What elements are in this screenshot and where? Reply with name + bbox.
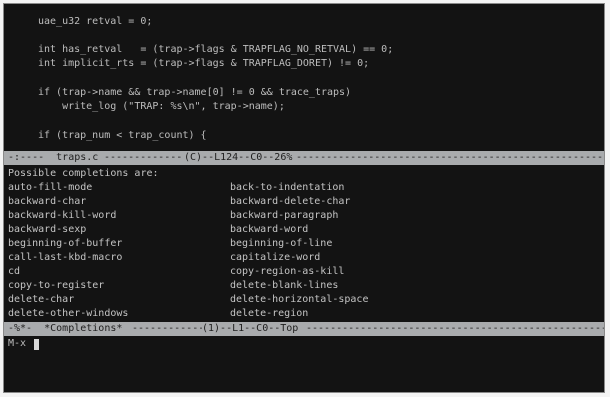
completion-item[interactable]: copy-to-register bbox=[8, 279, 104, 292]
lower-mode-line[interactable]: -%*- *Completions* ---------------- (1)-… bbox=[4, 322, 604, 336]
emacs-terminal-window[interactable]: uae_u32 retval = 0; int has_retval = (tr… bbox=[3, 3, 605, 393]
completion-item[interactable]: backward-char bbox=[8, 195, 86, 208]
completion-item[interactable]: backward-delete-char bbox=[230, 195, 350, 208]
mode-line-dashes: ------------------ bbox=[104, 152, 182, 163]
code-line-retval[interactable]: uae_u32 retval = 0; bbox=[38, 16, 152, 28]
completion-item[interactable]: delete-horizontal-space bbox=[230, 293, 368, 306]
mode-line-position: (C)--L124--C0--26% bbox=[184, 152, 293, 163]
mode-line-buffer-name: -%*- *Completions* bbox=[8, 323, 123, 334]
code-line-write-log[interactable]: write_log ("TRAP: %s\n", trap->name); bbox=[38, 101, 285, 113]
completion-item[interactable]: cd bbox=[8, 265, 20, 278]
completion-item[interactable]: call-last-kbd-macro bbox=[8, 251, 122, 264]
mode-line-dashes: ----------------------------------------… bbox=[306, 323, 604, 334]
completion-item[interactable]: capitalize-word bbox=[230, 251, 320, 264]
completion-item[interactable]: delete-other-windows bbox=[8, 307, 128, 320]
mode-line-buffer-name: -:---- traps.c bbox=[8, 152, 99, 163]
completion-item[interactable]: beginning-of-line bbox=[230, 237, 332, 250]
mode-line-position: (1)--L1--C0--Top bbox=[202, 323, 299, 334]
completion-item[interactable]: copy-region-as-kill bbox=[230, 265, 344, 278]
mode-line-dashes: ----------------------------------------… bbox=[296, 152, 604, 163]
code-line-implicit-rts[interactable]: int implicit_rts = (trap->flags & TRAPFL… bbox=[38, 58, 369, 70]
mode-line-dashes: ---------------- bbox=[132, 323, 202, 334]
completion-item[interactable]: delete-region bbox=[230, 307, 308, 320]
code-line-if-trap-name[interactable]: if (trap->name && trap->name[0] != 0 && … bbox=[38, 87, 351, 99]
completion-item[interactable]: beginning-of-buffer bbox=[8, 237, 122, 250]
completion-item[interactable]: backward-kill-word bbox=[8, 209, 116, 222]
minibuffer-input[interactable] bbox=[4, 336, 604, 392]
completion-item[interactable]: back-to-indentation bbox=[230, 181, 344, 194]
completion-item[interactable]: delete-blank-lines bbox=[230, 279, 338, 292]
completions-header: Possible completions are: bbox=[8, 168, 159, 179]
code-line-if-trap-num[interactable]: if (trap_num < trap_count) { bbox=[38, 130, 207, 142]
completion-item[interactable]: backward-sexp bbox=[8, 223, 86, 236]
completion-item[interactable]: backward-paragraph bbox=[230, 209, 338, 222]
code-line-has-retval[interactable]: int has_retval = (trap->flags & TRAPFLAG… bbox=[38, 44, 393, 56]
completion-item[interactable]: delete-char bbox=[8, 293, 74, 306]
completion-item[interactable]: backward-word bbox=[230, 223, 308, 236]
upper-mode-line[interactable]: -:---- traps.c ------------------ (C)--L… bbox=[4, 151, 604, 165]
screenshot-frame: uae_u32 retval = 0; int has_retval = (tr… bbox=[0, 0, 610, 397]
completion-item[interactable]: auto-fill-mode bbox=[8, 181, 92, 194]
